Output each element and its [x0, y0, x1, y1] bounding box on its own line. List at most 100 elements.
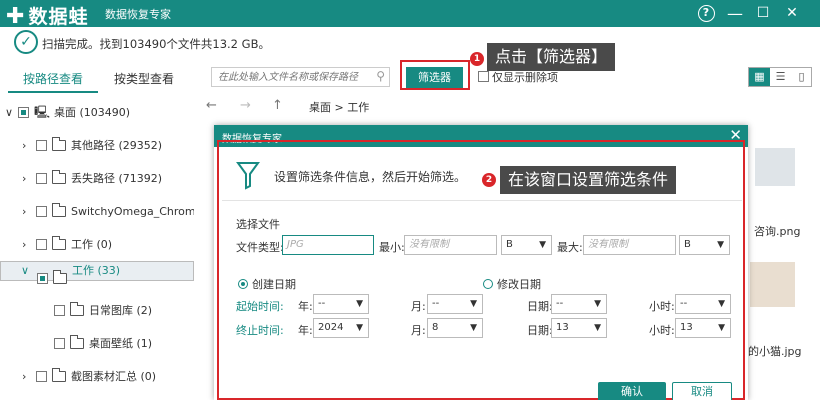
dropdown-caret-icon: ▼ [356, 323, 363, 333]
start-hour-value: -- [680, 298, 688, 309]
up-arrow-icon[interactable]: ↑ [272, 98, 283, 113]
title-bar: ✚ 数据蛙 数据恢复专家 ? — ☐ ✕ [0, 0, 820, 29]
view-tabs: 按路径查看 按类型查看 [0, 68, 200, 93]
tree-checkbox[interactable] [37, 273, 48, 284]
view-mode-switcher: ▦ ☰ ▯ [748, 67, 812, 87]
chevron-down-icon[interactable]: ∨ [21, 262, 29, 280]
show-deleted-toggle[interactable]: 仅显示删除项 [478, 69, 558, 85]
show-deleted-checkbox[interactable] [478, 71, 489, 82]
max-size-input[interactable]: 没有限制 [583, 235, 676, 255]
tree-item-switchyomega[interactable]: › SwitchyOmega_Chromium [0, 195, 194, 228]
tree-checkbox[interactable] [36, 140, 47, 151]
created-date-label: 创建日期 [252, 278, 296, 291]
start-year-label: 年: [298, 300, 313, 313]
tree-checkbox[interactable] [36, 173, 47, 184]
tab-by-path[interactable]: 按路径查看 [8, 68, 98, 93]
callout-step2: 在该窗口设置筛选条件 [500, 166, 677, 194]
end-hour-select[interactable]: 13 ▼ [675, 318, 731, 338]
folder-icon [52, 137, 66, 151]
tree-item-daily-gallery[interactable]: 日常图库 (2) [0, 294, 194, 327]
file-thumbnail[interactable] [755, 148, 795, 186]
folder-icon [52, 236, 66, 250]
cancel-button[interactable]: 取消 [672, 382, 732, 400]
dialog-header-text: 设置筛选条件信息，然后开始筛选。 [274, 170, 467, 184]
tree-item-work-33[interactable]: ∨ 工作 (33) [0, 261, 194, 284]
dropdown-caret-icon: ▼ [539, 240, 546, 250]
help-icon: ? [697, 5, 715, 22]
close-button[interactable]: ✕ [781, 3, 803, 24]
search-icon[interactable]: ⚲ [376, 69, 385, 83]
min-size-unit-select[interactable]: B ▼ [501, 235, 552, 255]
tree-checkbox[interactable] [18, 107, 29, 118]
help-button[interactable]: ? [695, 3, 717, 24]
tree-item-label: SwitchyOmega_Chromium [71, 205, 194, 218]
tree-item-lost-paths[interactable]: › 丢失路径 (71392) [0, 162, 194, 195]
list-view-icon[interactable]: ☰ [770, 68, 791, 86]
end-day-select[interactable]: 13 ▼ [551, 318, 607, 338]
confirm-button[interactable]: 确认 [598, 382, 666, 400]
tree-item-wallpaper[interactable]: 桌面壁纸 (1) [0, 327, 194, 360]
file-type-input[interactable]: JPG [282, 235, 374, 255]
breadcrumb: 桌面 > 工作 [309, 101, 370, 114]
start-year-value: -- [318, 298, 326, 309]
tree-item-label: 桌面 (103490) [54, 106, 131, 119]
radio-modified-date[interactable]: 修改日期 [483, 276, 541, 292]
tree-item-screenshots[interactable]: › 截图素材汇总 (0) [0, 360, 194, 393]
radio-created-date[interactable]: 创建日期 [238, 276, 296, 292]
tree-item-desktop[interactable]: ∨ 🖳 桌面 (103490) [0, 96, 194, 129]
folder-icon [70, 335, 84, 349]
tree-item-work-0[interactable]: › 工作 (0) [0, 228, 194, 261]
file-name: 咨询.png [754, 225, 801, 238]
detail-view-icon[interactable]: ▯ [791, 68, 812, 86]
tree-item-other-paths[interactable]: › 其他路径 (29352) [0, 129, 194, 162]
folder-icon [53, 270, 67, 284]
start-day-select[interactable]: -- ▼ [551, 294, 607, 314]
end-year-select[interactable]: 2024 ▼ [313, 318, 369, 338]
dialog-divider [222, 200, 742, 201]
maximize-button[interactable]: ☐ [752, 3, 774, 24]
start-year-select[interactable]: -- ▼ [313, 294, 369, 314]
chevron-right-icon[interactable]: › [22, 360, 26, 393]
search-input[interactable] [212, 68, 362, 86]
computer-icon: 🖳 [34, 105, 51, 119]
max-size-unit-select[interactable]: B ▼ [679, 235, 730, 255]
chevron-right-icon[interactable]: › [22, 129, 26, 162]
tree-item-label: 丢失路径 (71392) [71, 172, 163, 185]
end-month-select[interactable]: 8 ▼ [427, 318, 483, 338]
logo-text: 数据蛙 [28, 6, 89, 28]
start-month-value: -- [432, 298, 440, 309]
min-size-label: 最小: [379, 241, 405, 254]
start-month-select[interactable]: -- ▼ [427, 294, 483, 314]
app-logo: ✚ 数据蛙 [6, 2, 88, 29]
dropdown-caret-icon: ▼ [718, 299, 725, 309]
max-size-label: 最大: [557, 241, 583, 254]
file-thumbnail[interactable] [750, 262, 795, 307]
chevron-right-icon[interactable]: › [22, 195, 26, 228]
step-badge-2: 2 [482, 173, 496, 187]
min-size-input[interactable]: 没有限制 [404, 235, 497, 255]
funnel-icon [236, 162, 260, 190]
chevron-right-icon[interactable]: › [22, 162, 26, 195]
grid-view-icon[interactable]: ▦ [749, 68, 770, 86]
minimize-button[interactable]: — [724, 3, 746, 24]
forward-arrow-icon[interactable]: → [240, 98, 251, 113]
end-year-label: 年: [298, 324, 313, 337]
filter-button[interactable]: 筛选器 [406, 67, 463, 88]
start-hour-select[interactable]: -- ▼ [675, 294, 731, 314]
tree-checkbox[interactable] [36, 206, 47, 217]
chevron-down-icon[interactable]: ∨ [5, 96, 13, 129]
tree-checkbox[interactable] [36, 239, 47, 250]
end-month-value: 8 [432, 322, 439, 333]
search-box[interactable]: ⚲ [211, 67, 390, 87]
end-hour-label: 小时: [649, 324, 675, 337]
tab-by-type[interactable]: 按类型查看 [104, 68, 184, 93]
file-name: 的小猫.jpg [748, 345, 802, 358]
callout-step1: 点击【筛选器】 [487, 43, 616, 71]
folder-icon [52, 203, 66, 217]
tree-checkbox[interactable] [36, 371, 47, 382]
dropdown-caret-icon: ▼ [594, 323, 601, 333]
tree-checkbox[interactable] [54, 305, 65, 316]
back-arrow-icon[interactable]: ← [206, 98, 217, 113]
chevron-right-icon[interactable]: › [22, 228, 26, 261]
tree-checkbox[interactable] [54, 338, 65, 349]
